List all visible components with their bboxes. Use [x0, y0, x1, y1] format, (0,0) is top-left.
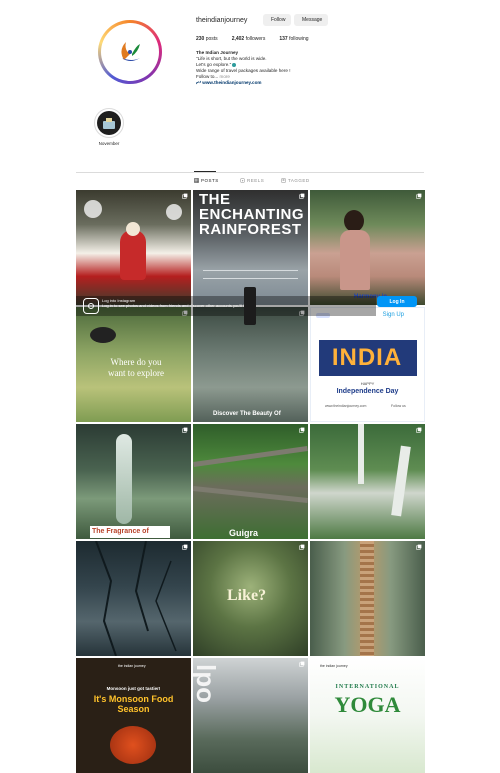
carousel-icon [299, 427, 305, 433]
post-tile[interactable]: the indian journey Monsoon just got tast… [76, 658, 191, 773]
carousel-icon [182, 193, 188, 199]
carousel-icon [182, 544, 188, 550]
post-caption: THE ENCHANTING RAINFOREST [199, 191, 304, 238]
post-caption: Guigra [229, 528, 259, 538]
post-caption: Where do you want to explore [108, 357, 164, 378]
post-tile[interactable]: The Fragrance of [76, 424, 191, 539]
profile-username: theindianjourney [196, 17, 248, 24]
independence-day-text: Independence Day [336, 388, 399, 395]
post-tile[interactable]: Where do you want to explore [76, 307, 191, 422]
post-caption: Like? [227, 587, 267, 604]
website-text: www.theindianjourney.com [325, 404, 367, 408]
post-caption: lpo [193, 664, 221, 703]
follow-button[interactable]: Follow [263, 14, 291, 26]
profile-bio: The Indian Journey "Life is short, but t… [196, 50, 416, 86]
profile-page: theindianjourney Follow Message 230 post… [0, 0, 500, 773]
post-tile[interactable] [76, 541, 191, 656]
carousel-icon [299, 193, 305, 199]
tab-posts[interactable]: POSTS [194, 178, 219, 183]
highlight-label: November [98, 141, 120, 146]
story-highlight[interactable]: November [92, 108, 126, 146]
post-caption: The Fragrance of [92, 528, 149, 535]
bio-more-link[interactable]: more [220, 74, 230, 79]
carousel-icon [299, 661, 305, 667]
login-banner: Log into Instagram Log in to see photos … [76, 296, 376, 316]
brand-logo-icon [121, 42, 140, 61]
tabs-divider [76, 172, 424, 173]
tagged-icon [281, 178, 286, 183]
tree-reflection-art [95, 541, 177, 656]
website-link[interactable]: www.theindianjourney.com [202, 80, 261, 85]
posts-stat: 230 posts [196, 36, 218, 42]
profile-stats: 230 posts 2,402 followers 137 following [196, 36, 309, 42]
post-tile[interactable]: Guigra [193, 424, 308, 539]
reels-icon [240, 178, 245, 183]
happy-text: HAPPY [360, 381, 375, 386]
post-caption: YOGA [334, 692, 401, 717]
tab-tagged[interactable]: TAGGED [281, 178, 310, 183]
link-icon [196, 81, 201, 85]
india-title: INDIA [331, 344, 403, 371]
carousel-icon [182, 427, 188, 433]
login-body: Log in to see photos and videos from fri… [102, 303, 252, 308]
login-button[interactable]: Log In [377, 296, 417, 307]
sign-up-text: Sign Up [382, 312, 404, 318]
posts-grid: THE ENCHANTING RAINFOREST Harmony in Whe… [76, 190, 425, 773]
post-tile[interactable] [310, 424, 425, 539]
post-subtitle: Monsoon just got tastier! [106, 686, 161, 691]
following-stat[interactable]: 137 following [279, 36, 308, 42]
post-caption: It's Monsoon Food Season [93, 694, 174, 714]
followers-stat[interactable]: 2,402 followers [232, 36, 266, 42]
post-tile[interactable]: lpo [193, 658, 308, 773]
message-button[interactable]: Message [294, 14, 328, 26]
post-tile[interactable]: the indian journey INTERNATIONAL YOGA [310, 658, 425, 773]
globe-icon [232, 62, 237, 67]
active-tab-indicator [194, 171, 216, 172]
profile-header: theindianjourney Follow Message 230 post… [98, 14, 438, 126]
instagram-logo-icon [83, 298, 99, 314]
carousel-icon [299, 544, 305, 550]
grid-icon [194, 178, 199, 183]
brand-text: the indian journey [320, 664, 348, 668]
tab-reels[interactable]: REELS [240, 178, 264, 183]
carousel-icon [416, 193, 422, 199]
post-tile[interactable]: Sign Up INDIA HAPPY Independence Day www… [310, 307, 425, 422]
carousel-scrollbar[interactable] [244, 287, 256, 325]
post-tile[interactable] [76, 190, 191, 305]
post-tile[interactable]: Harmony in [310, 190, 425, 305]
carousel-icon [416, 427, 422, 433]
bio-website[interactable]: www.theindianjourney.com [196, 80, 416, 86]
post-tile[interactable]: Like? [193, 541, 308, 656]
follow-us-text: Follow us [391, 404, 406, 408]
carousel-icon [416, 544, 422, 550]
brand-text: the indian journey [118, 664, 146, 668]
profile-avatar[interactable] [98, 20, 162, 84]
post-tile[interactable] [310, 541, 425, 656]
post-caption: Discover The Beauty Of [213, 411, 281, 417]
highlight-cover [97, 111, 121, 135]
post-subtitle: INTERNATIONAL [335, 684, 400, 690]
